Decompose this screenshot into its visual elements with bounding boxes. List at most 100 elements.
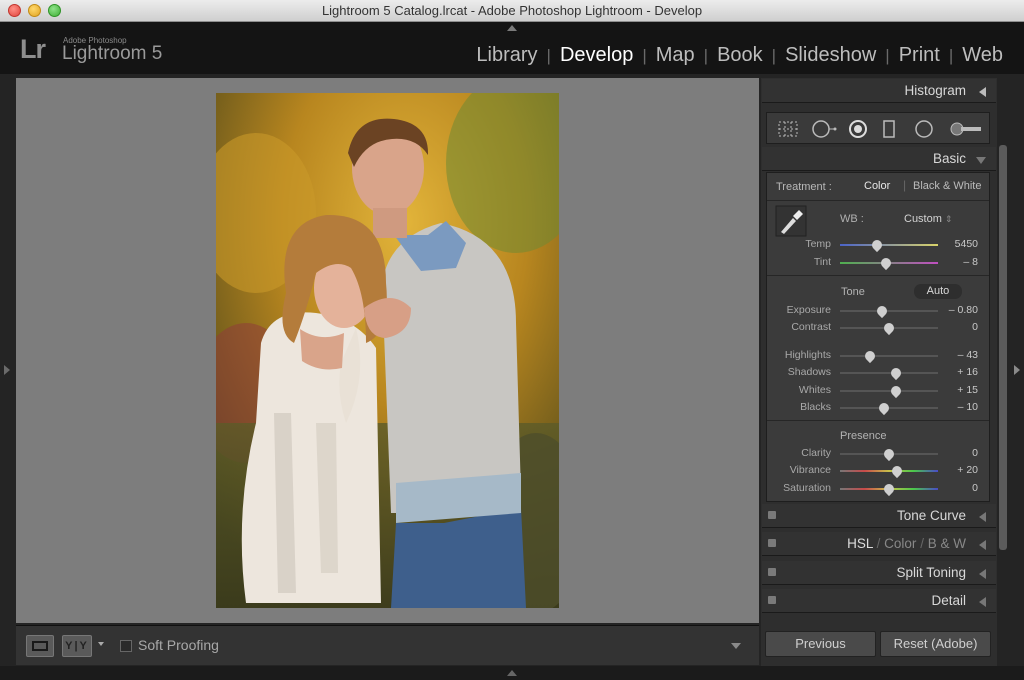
contrast-label: Contrast (791, 321, 831, 333)
hsl-panel-header[interactable]: HSL / Color / B & W (762, 532, 996, 556)
clarity-value[interactable]: 0 (944, 447, 978, 459)
clarity-label: Clarity (801, 447, 831, 459)
tone-curve-title: Tone Curve (896, 508, 966, 523)
collapse-triangle-icon (979, 569, 986, 579)
vibrance-slider[interactable] (840, 470, 938, 472)
treatment-bw-option[interactable]: Black & White (913, 180, 981, 192)
right-panel-scrollbar[interactable] (999, 145, 1007, 550)
split-toning-title: Split Toning (896, 565, 966, 580)
photo-image (216, 93, 559, 608)
exposure-label: Exposure (786, 304, 831, 316)
exposure-slider[interactable] (840, 310, 938, 312)
module-picker: Library | Develop | Map | Book | Slideshow | … (467, 44, 1012, 67)
panel-switch-icon[interactable] (768, 596, 776, 604)
contrast-value[interactable]: 0 (944, 321, 978, 333)
title-bar: Lightroom 5 Catalog.lrcat - Adobe Photos… (0, 0, 1024, 22)
hsl-tab[interactable]: HSL (847, 536, 873, 551)
blacks-value[interactable]: – 10 (944, 401, 978, 413)
module-print[interactable]: Print (890, 44, 949, 67)
split-toning-panel-header[interactable]: Split Toning (762, 561, 996, 585)
product-name: Lightroom 5 (62, 43, 163, 64)
toolbar-content-menu-icon[interactable] (726, 636, 746, 656)
divider (767, 275, 989, 276)
graduated-filter-icon[interactable] (881, 119, 897, 139)
soft-proofing-checkbox[interactable] (120, 640, 132, 652)
histogram-panel-header[interactable]: Histogram (762, 79, 996, 103)
basic-title: Basic (932, 151, 966, 166)
module-web[interactable]: Web (953, 44, 1012, 67)
expand-triangle-icon (976, 157, 986, 164)
tone-label: Tone (841, 286, 865, 298)
photo-preview[interactable] (216, 93, 559, 608)
histogram-title: Histogram (904, 83, 966, 98)
spot-removal-icon[interactable] (811, 119, 837, 139)
module-map[interactable]: Map (647, 44, 704, 67)
exposure-value[interactable]: – 0.80 (944, 304, 978, 316)
wb-preset-value: Custom (904, 213, 942, 225)
saturation-label: Saturation (783, 482, 831, 494)
module-slideshow[interactable]: Slideshow (776, 44, 885, 67)
tint-label: Tint (813, 256, 831, 268)
white-balance-eyedropper-icon[interactable] (775, 205, 807, 237)
panel-switch-icon[interactable] (768, 539, 776, 547)
collapse-triangle-icon (979, 540, 986, 550)
presence-label: Presence (840, 430, 887, 442)
treatment-separator: | (903, 178, 907, 192)
collapse-triangle-icon (979, 512, 986, 522)
reset-button[interactable]: Reset (Adobe) (880, 631, 991, 657)
lightroom-logo: Lr (20, 34, 46, 64)
filmstrip-toggle-icon[interactable] (507, 670, 517, 676)
color-tab[interactable]: Color (884, 536, 916, 551)
treatment-label: Treatment : (776, 181, 832, 193)
temp-slider[interactable] (840, 244, 938, 246)
basic-panel-header[interactable]: Basic (762, 147, 996, 171)
red-eye-icon[interactable] (847, 119, 869, 139)
previous-button[interactable]: Previous (765, 631, 876, 657)
bw-tab[interactable]: B & W (928, 536, 966, 551)
radial-filter-icon[interactable] (913, 119, 935, 139)
tint-value[interactable]: – 8 (944, 256, 978, 268)
module-develop[interactable]: Develop (551, 44, 642, 67)
auto-tone-button[interactable]: Auto (914, 284, 962, 299)
crop-overlay-icon[interactable] (777, 119, 799, 139)
wb-label: WB : (840, 213, 864, 225)
left-panel-toggle-icon[interactable] (4, 365, 10, 375)
shadows-label: Shadows (787, 366, 831, 378)
blacks-label: Blacks (800, 401, 831, 413)
detail-title: Detail (931, 593, 966, 608)
vibrance-value[interactable]: + 20 (944, 464, 978, 476)
highlights-slider[interactable] (840, 355, 938, 357)
module-library[interactable]: Library (467, 44, 546, 67)
hsl-separator: / (920, 536, 924, 551)
temp-value[interactable]: 5450 (944, 238, 978, 250)
top-panel-toggle-icon[interactable] (507, 25, 517, 31)
collapse-triangle-icon (979, 87, 986, 97)
vibrance-label: Vibrance (789, 464, 831, 476)
detail-panel-header[interactable]: Detail (762, 589, 996, 613)
collapse-triangle-icon (979, 597, 986, 607)
before-after-button[interactable]: Y|Y (62, 635, 92, 657)
whites-label: Whites (798, 384, 831, 396)
shadows-slider[interactable] (840, 372, 938, 374)
app-window: Lightroom 5 Catalog.lrcat - Adobe Photos… (0, 0, 1024, 680)
highlights-label: Highlights (784, 349, 831, 361)
before-after-dropdown-icon[interactable] (98, 642, 104, 646)
adjustment-brush-icon[interactable] (947, 119, 983, 139)
module-book[interactable]: Book (708, 44, 772, 67)
treatment-color-option[interactable]: Color (864, 180, 890, 192)
loupe-view-button[interactable] (26, 635, 54, 657)
highlights-value[interactable]: – 43 (944, 349, 978, 361)
hsl-separator: / (876, 536, 881, 551)
tone-curve-panel-header[interactable]: Tone Curve (762, 504, 996, 528)
whites-slider[interactable] (840, 390, 938, 392)
divider (767, 200, 989, 201)
soft-proofing-label: Soft Proofing (138, 637, 219, 653)
wb-preset-select[interactable]: Custom ⇕ (904, 213, 953, 225)
shadows-value[interactable]: + 16 (944, 366, 978, 378)
panel-switch-icon[interactable] (768, 511, 776, 519)
whites-value[interactable]: + 15 (944, 384, 978, 396)
divider (767, 420, 989, 421)
saturation-value[interactable]: 0 (944, 482, 978, 494)
right-panel-toggle-icon[interactable] (1014, 365, 1020, 375)
panel-switch-icon[interactable] (768, 568, 776, 576)
